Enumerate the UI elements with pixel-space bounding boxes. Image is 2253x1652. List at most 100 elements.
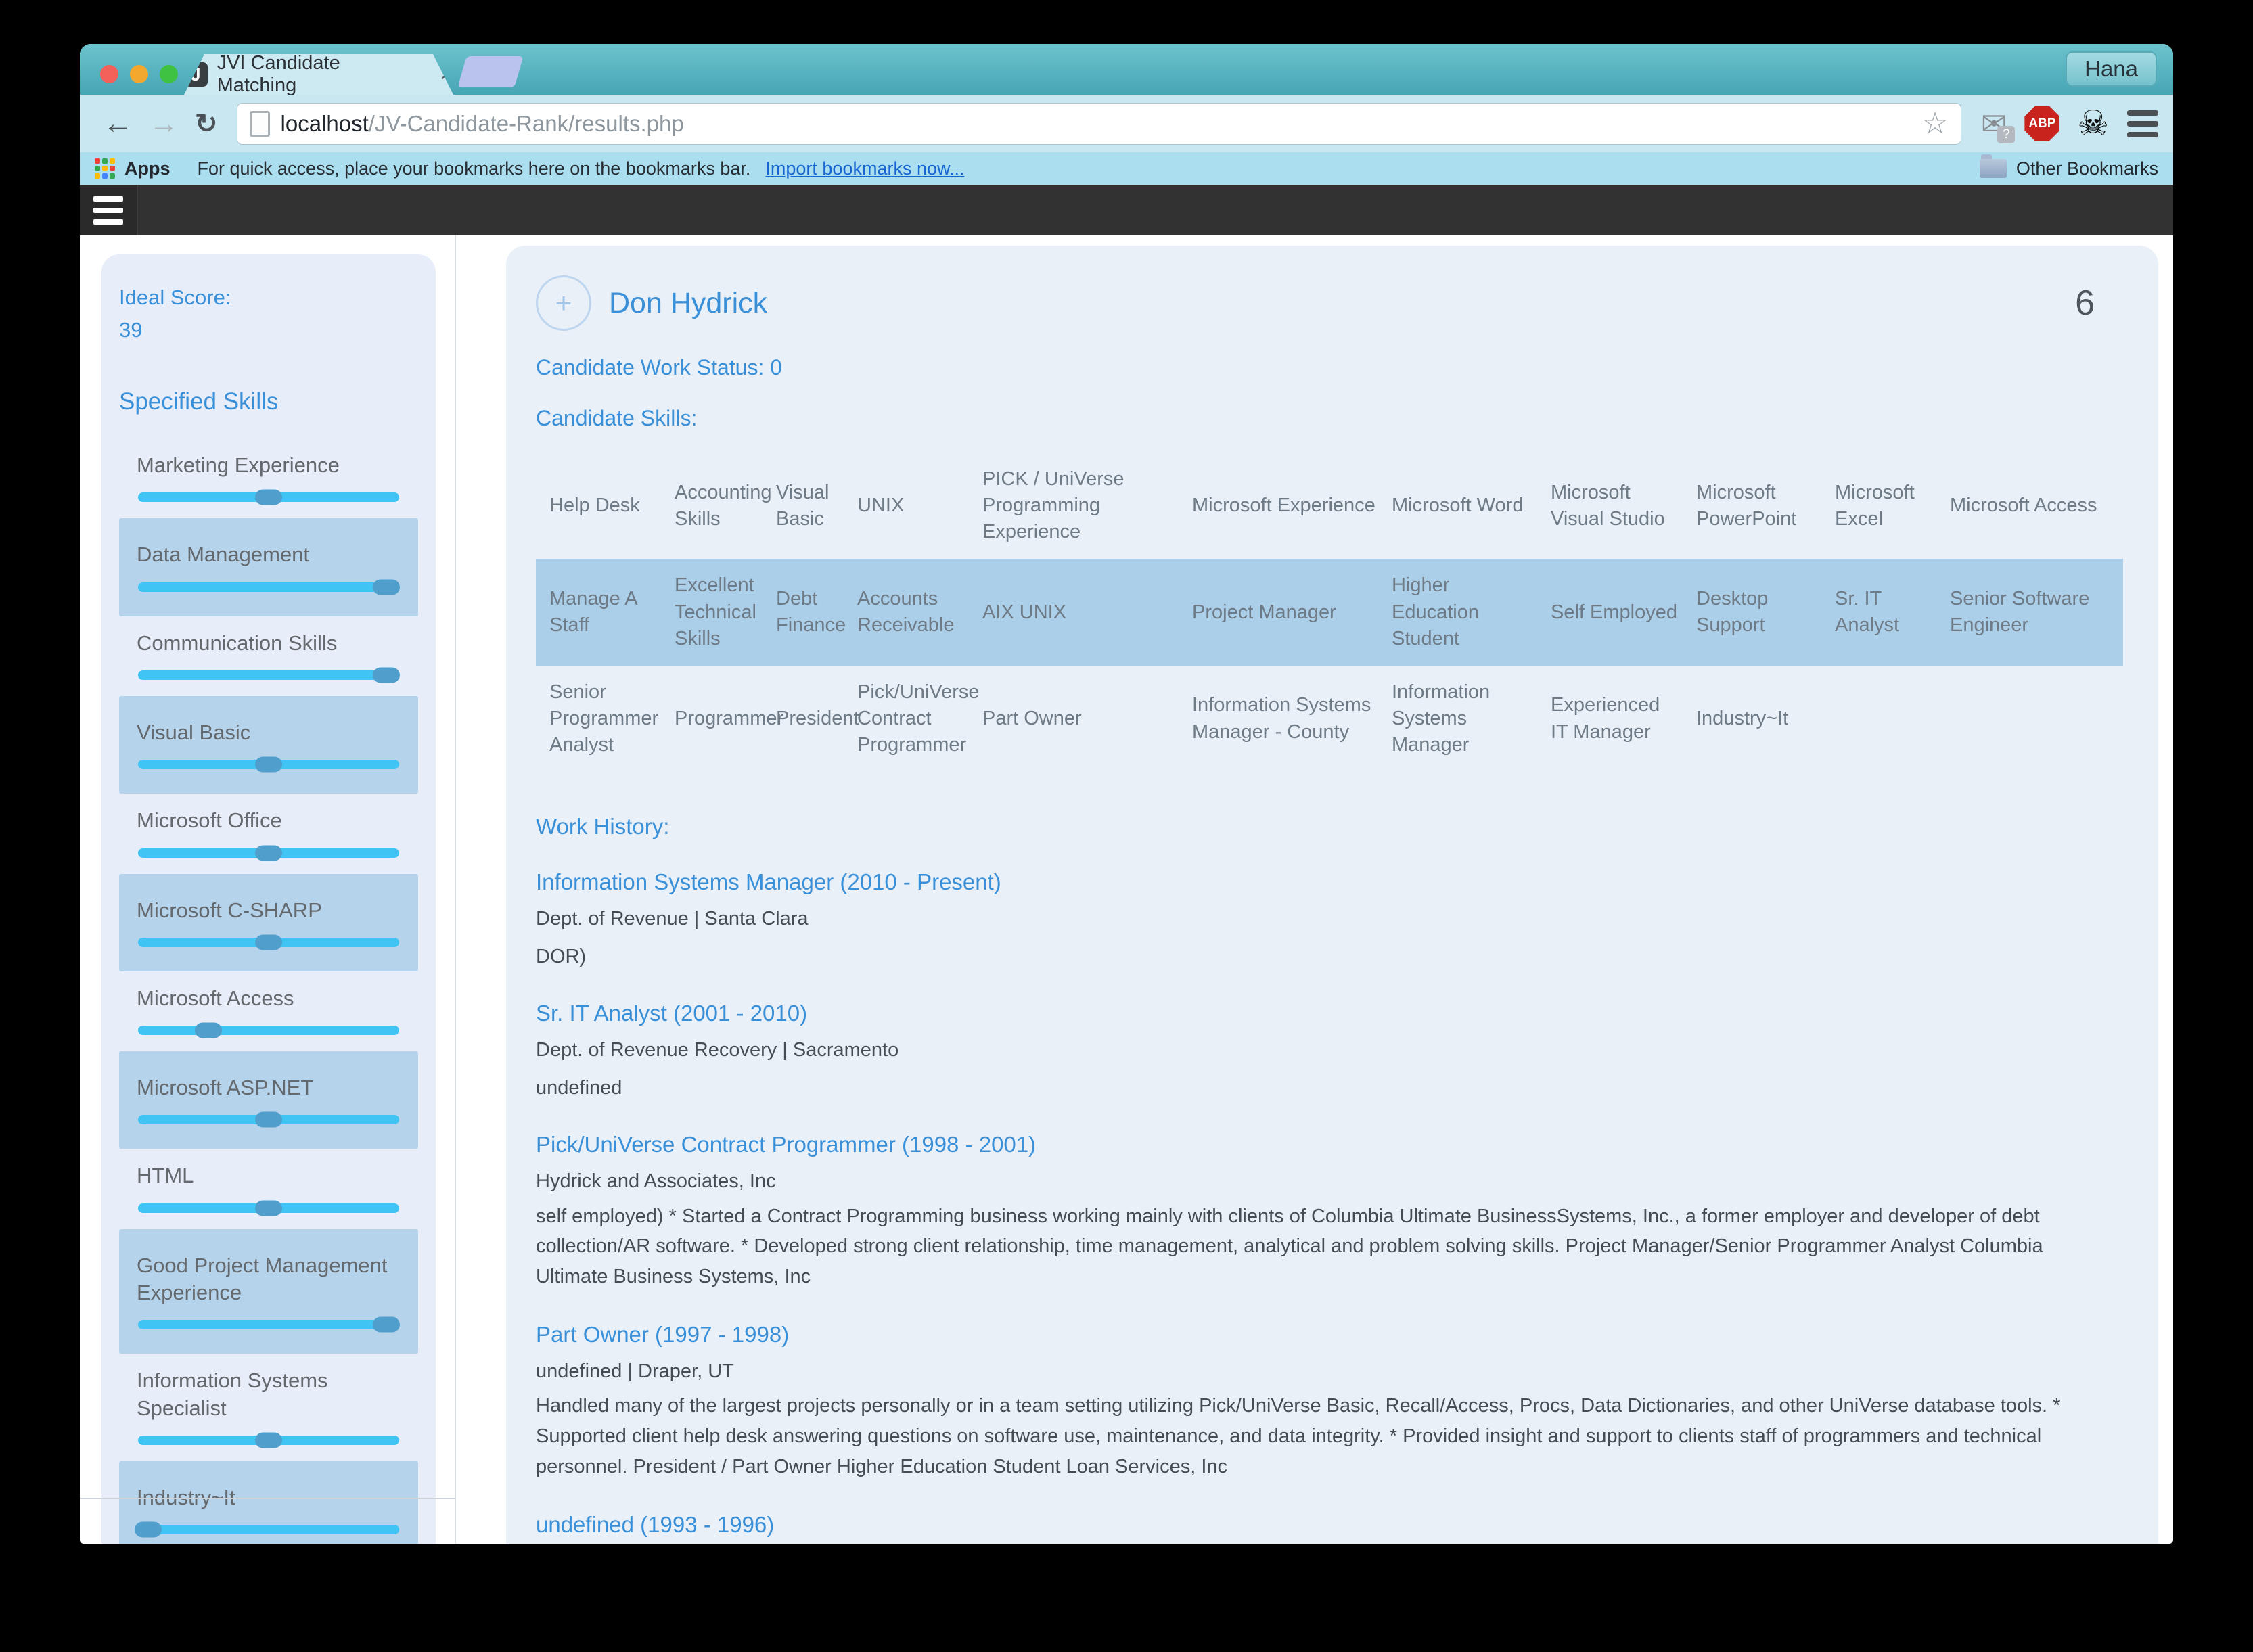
zoom-window-button[interactable] bbox=[160, 65, 178, 83]
skill-item[interactable]: Good Project Management Experience bbox=[119, 1229, 418, 1354]
skill-item-label: Microsoft Access bbox=[137, 985, 401, 1012]
abp-octagon: ABP bbox=[2024, 106, 2059, 141]
skill-slider[interactable] bbox=[138, 760, 399, 769]
skill-item[interactable]: Marketing Experience bbox=[119, 438, 418, 518]
skill-slider[interactable] bbox=[138, 1436, 399, 1445]
skill-slider[interactable] bbox=[138, 492, 399, 502]
skill-item[interactable]: Microsoft C-SHARP bbox=[119, 874, 418, 971]
work-entry-title: Sr. IT Analyst (2001 - 2010) bbox=[536, 1001, 2123, 1026]
skill-cell: Accounting Skills bbox=[675, 453, 776, 559]
work-history-entry: Part Owner (1997 - 1998)undefined | Drap… bbox=[536, 1322, 2123, 1482]
minimize-window-button[interactable] bbox=[130, 65, 148, 83]
skill-cell: Part Owner bbox=[982, 666, 1192, 772]
url-field[interactable]: localhost /JV-Candidate-Rank/results.php… bbox=[237, 103, 1961, 145]
new-tab-button[interactable] bbox=[457, 56, 523, 87]
slider-knob[interactable] bbox=[195, 1023, 222, 1038]
skill-slider[interactable] bbox=[138, 848, 399, 858]
mail-extension-icon[interactable]: ✉ ? bbox=[1981, 108, 2007, 139]
app-menu-icon[interactable] bbox=[80, 185, 138, 235]
pirate-extension-icon[interactable]: ☠ bbox=[2077, 106, 2109, 141]
skill-item[interactable]: Microsoft Access bbox=[119, 971, 418, 1051]
candidate-skills-label: Candidate Skills: bbox=[536, 406, 2123, 431]
skill-item-label: Microsoft Office bbox=[137, 807, 401, 834]
forward-icon[interactable]: → bbox=[149, 109, 179, 139]
skill-slider[interactable] bbox=[138, 1115, 399, 1124]
candidate-header: + Don Hydrick 6 bbox=[536, 275, 2123, 331]
slider-knob[interactable] bbox=[255, 1200, 282, 1216]
skill-cell: Microsoft Word bbox=[1392, 453, 1551, 559]
ideal-score-label: Ideal Score: bbox=[119, 281, 418, 314]
skill-cell: Manage A Staff bbox=[536, 559, 675, 665]
skill-slider[interactable] bbox=[138, 1525, 399, 1534]
browser-window: J JVI Candidate Matching × Hana ← → ↻ lo… bbox=[80, 44, 2173, 1544]
bookmark-star-icon[interactable]: ☆ bbox=[1921, 109, 1948, 139]
candidate-skills-table: Help DeskAccounting SkillsVisual BasicUN… bbox=[536, 453, 2123, 772]
mail-badge: ? bbox=[1997, 126, 2015, 143]
skill-cell: Debt Finance bbox=[776, 559, 857, 665]
add-candidate-button[interactable]: + bbox=[536, 275, 591, 331]
work-entry-extra: undefined bbox=[536, 1074, 2123, 1102]
slider-knob[interactable] bbox=[255, 1112, 282, 1128]
skill-item-label: Marketing Experience bbox=[137, 452, 401, 479]
skill-item[interactable]: Communication Skills bbox=[119, 616, 418, 696]
slider-knob[interactable] bbox=[373, 579, 400, 595]
ideal-score-value: 39 bbox=[119, 314, 418, 346]
skill-item-label: Good Project Management Experience bbox=[137, 1252, 401, 1307]
app-header-bar bbox=[80, 185, 2173, 235]
skill-cell: UNIX bbox=[857, 453, 982, 559]
slider-knob[interactable] bbox=[255, 757, 282, 773]
skill-item[interactable]: Microsoft ASP.NET bbox=[119, 1051, 418, 1149]
slider-knob[interactable] bbox=[255, 1432, 282, 1448]
skill-item[interactable]: Data Management bbox=[119, 518, 418, 616]
skill-cell: Help Desk bbox=[536, 453, 675, 559]
back-icon[interactable]: ← bbox=[103, 109, 133, 139]
skill-item-label: HTML bbox=[137, 1162, 401, 1189]
other-bookmarks-button[interactable]: Other Bookmarks bbox=[1980, 158, 2158, 179]
work-history-entry: undefined (1993 - 1996)Aurora | undefine… bbox=[536, 1512, 2123, 1544]
skill-cell: Senior Programmer Analyst bbox=[536, 666, 675, 772]
tab-bar: J JVI Candidate Matching × Hana bbox=[80, 44, 2173, 95]
address-toolbar: ← → ↻ localhost /JV-Candidate-Rank/resul… bbox=[80, 95, 2173, 152]
skill-item[interactable]: HTML bbox=[119, 1149, 418, 1229]
work-history-entry: Sr. IT Analyst (2001 - 2010)Dept. of Rev… bbox=[536, 1001, 2123, 1102]
profile-button[interactable]: Hana bbox=[2066, 51, 2157, 87]
work-entry-company: undefined | Draper, UT bbox=[536, 1357, 2123, 1385]
skill-slider[interactable] bbox=[138, 1320, 399, 1329]
slider-knob[interactable] bbox=[255, 490, 282, 505]
slider-knob[interactable] bbox=[255, 845, 282, 861]
slider-knob[interactable] bbox=[135, 1522, 162, 1538]
slider-knob[interactable] bbox=[373, 1317, 400, 1333]
skill-slider[interactable] bbox=[138, 582, 399, 592]
main-area: + Don Hydrick 6 Candidate Work Status: 0… bbox=[456, 235, 2173, 1544]
work-history-list: Information Systems Manager (2010 - Pres… bbox=[536, 869, 2123, 1544]
skill-cell: Pick/UniVerse Contract Programmer bbox=[857, 666, 982, 772]
slider-knob[interactable] bbox=[373, 667, 400, 683]
bookmarks-hint: For quick access, place your bookmarks h… bbox=[198, 158, 751, 179]
slider-knob[interactable] bbox=[255, 934, 282, 950]
adblock-extension-icon[interactable]: ABP bbox=[2024, 106, 2059, 141]
close-window-button[interactable] bbox=[100, 65, 118, 83]
skill-slider[interactable] bbox=[138, 1203, 399, 1213]
browser-menu-icon[interactable] bbox=[2127, 110, 2158, 137]
skill-cell: Higher Education Student bbox=[1392, 559, 1551, 665]
skill-slider[interactable] bbox=[138, 1026, 399, 1035]
reload-icon[interactable]: ↻ bbox=[195, 110, 218, 137]
skill-cell: Microsoft PowerPoint bbox=[1696, 453, 1835, 559]
browser-tab[interactable]: J JVI Candidate Matching × bbox=[184, 54, 453, 95]
work-entry-description: Handled many of the largest projects per… bbox=[536, 1391, 2091, 1482]
work-history-entry: Information Systems Manager (2010 - Pres… bbox=[536, 869, 2123, 971]
apps-grid-icon[interactable] bbox=[95, 158, 115, 179]
skill-item[interactable]: Information Systems Specialist bbox=[119, 1354, 418, 1461]
tab-close-icon[interactable]: × bbox=[440, 62, 453, 88]
skill-cell: Desktop Support bbox=[1696, 559, 1835, 665]
skill-cell: Industry~It bbox=[1696, 666, 1835, 772]
skill-item[interactable]: Visual Basic bbox=[119, 696, 418, 794]
apps-label[interactable]: Apps bbox=[124, 158, 170, 179]
skill-item[interactable]: Industry~It bbox=[119, 1461, 418, 1544]
import-bookmarks-link[interactable]: Import bookmarks now... bbox=[765, 158, 964, 179]
folder-icon bbox=[1980, 159, 2007, 178]
skill-item-label: Visual Basic bbox=[137, 719, 401, 746]
skill-slider[interactable] bbox=[138, 670, 399, 680]
skill-item[interactable]: Microsoft Office bbox=[119, 794, 418, 873]
skill-slider[interactable] bbox=[138, 938, 399, 947]
